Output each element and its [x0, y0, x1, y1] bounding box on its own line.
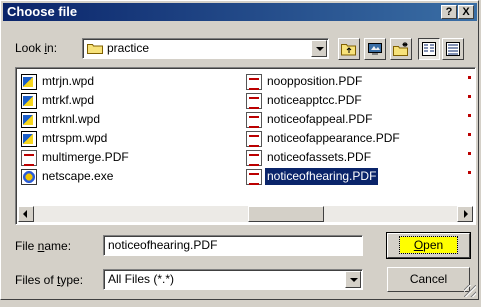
- file-name: noticeofhearing.PDF: [263, 167, 380, 186]
- pdf-file-icon: [246, 149, 262, 166]
- file-item[interactable]: mtrkf.wpd: [21, 91, 131, 110]
- cancel-button[interactable]: Cancel: [387, 267, 470, 292]
- look-in-label: Look in:: [15, 41, 58, 55]
- file-item[interactable]: noticeofappearance.PDF: [246, 129, 402, 148]
- file-name: noticeofassets.PDF: [267, 150, 372, 164]
- file-type-dropdown[interactable]: All Files (*.*): [103, 269, 363, 290]
- open-button-label: Open: [398, 236, 459, 254]
- pdf-file-icon: [21, 149, 37, 166]
- list-view-button[interactable]: [418, 38, 440, 60]
- file-column-2: noopposition.PDF noticeapptcc.PDF noticeof…: [246, 72, 402, 186]
- file-item[interactable]: mtrknl.wpd: [21, 110, 131, 129]
- cutoff-column-edge: [468, 76, 471, 176]
- file-name: netscape.exe: [42, 169, 114, 183]
- look-in-dropdown[interactable]: practice: [82, 38, 329, 59]
- help-button[interactable]: ?: [441, 5, 457, 19]
- file-name: mtrknl.wpd: [42, 112, 101, 126]
- look-in-value: practice: [107, 41, 150, 55]
- folder-icon: [87, 42, 103, 54]
- file-name: noticeapptcc.PDF: [267, 93, 362, 107]
- scroll-thumb[interactable]: [248, 206, 324, 222]
- horizontal-scrollbar[interactable]: [18, 206, 473, 222]
- desktop-button[interactable]: [364, 38, 386, 60]
- wpd-file-icon: [21, 73, 37, 90]
- choose-file-dialog: Choose file ? X Look in: practice mtrjn.…: [0, 0, 479, 300]
- scroll-right-button[interactable]: [457, 206, 473, 222]
- open-button[interactable]: Open: [386, 232, 471, 259]
- resize-grip[interactable]: [464, 285, 476, 297]
- pdf-file-icon: [246, 168, 262, 185]
- close-button[interactable]: X: [458, 5, 474, 19]
- exe-file-icon: [21, 168, 37, 185]
- new-folder-icon: [393, 42, 409, 59]
- arrow-right-icon: [464, 210, 468, 218]
- file-item[interactable]: noticeofassets.PDF: [246, 148, 402, 167]
- pdf-file-icon: [246, 73, 262, 90]
- details-view-icon: [446, 42, 460, 59]
- file-item[interactable]: noticeofhearing.PDF: [246, 167, 402, 186]
- file-name-input[interactable]: noticeofhearing.PDF: [103, 235, 363, 256]
- dialog-title: Choose file: [7, 4, 78, 19]
- wpd-file-icon: [21, 130, 37, 147]
- file-item[interactable]: mtrjn.wpd: [21, 72, 131, 91]
- wpd-file-icon: [21, 111, 37, 128]
- chevron-down-icon[interactable]: [311, 40, 327, 57]
- file-name: noticeofappeal.PDF: [267, 112, 373, 126]
- wpd-file-icon: [21, 92, 37, 109]
- file-item[interactable]: noticeapptcc.PDF: [246, 91, 402, 110]
- list-view-icon: [422, 42, 436, 59]
- file-name: mtrjn.wpd: [42, 74, 95, 88]
- arrow-left-icon: [23, 210, 27, 218]
- file-name: mtrkf.wpd: [42, 93, 95, 107]
- files-of-type-label: Files of type:: [15, 273, 84, 287]
- file-column-1: mtrjn.wpd mtrkf.wpd mtrknl.wpd mtrspm.wpd mu…: [21, 72, 131, 186]
- file-type-value: All Files (*.*): [108, 272, 175, 286]
- file-item[interactable]: noticeofappeal.PDF: [246, 110, 402, 129]
- file-name: noopposition.PDF: [267, 74, 363, 88]
- desktop-icon: [367, 42, 383, 59]
- details-view-button[interactable]: [442, 38, 464, 60]
- up-folder-icon: [341, 42, 357, 59]
- scroll-left-button[interactable]: [18, 206, 34, 222]
- file-item[interactable]: noopposition.PDF: [246, 72, 402, 91]
- up-folder-button[interactable]: [338, 38, 360, 60]
- file-name: mtrspm.wpd: [42, 131, 108, 145]
- title-bar[interactable]: Choose file ? X: [3, 3, 477, 21]
- pdf-file-icon: [246, 130, 262, 147]
- file-item[interactable]: netscape.exe: [21, 167, 131, 186]
- new-folder-button[interactable]: [390, 38, 412, 60]
- chevron-down-icon[interactable]: [345, 271, 361, 288]
- file-item[interactable]: mtrspm.wpd: [21, 129, 131, 148]
- file-name-label: File name:: [15, 239, 72, 253]
- file-name: multimerge.PDF: [42, 150, 129, 164]
- file-name: noticeofappearance.PDF: [267, 131, 400, 145]
- pdf-file-icon: [246, 92, 262, 109]
- file-list[interactable]: mtrjn.wpd mtrkf.wpd mtrknl.wpd mtrspm.wpd mu…: [15, 67, 476, 225]
- pdf-file-icon: [246, 111, 262, 128]
- file-item[interactable]: multimerge.PDF: [21, 148, 131, 167]
